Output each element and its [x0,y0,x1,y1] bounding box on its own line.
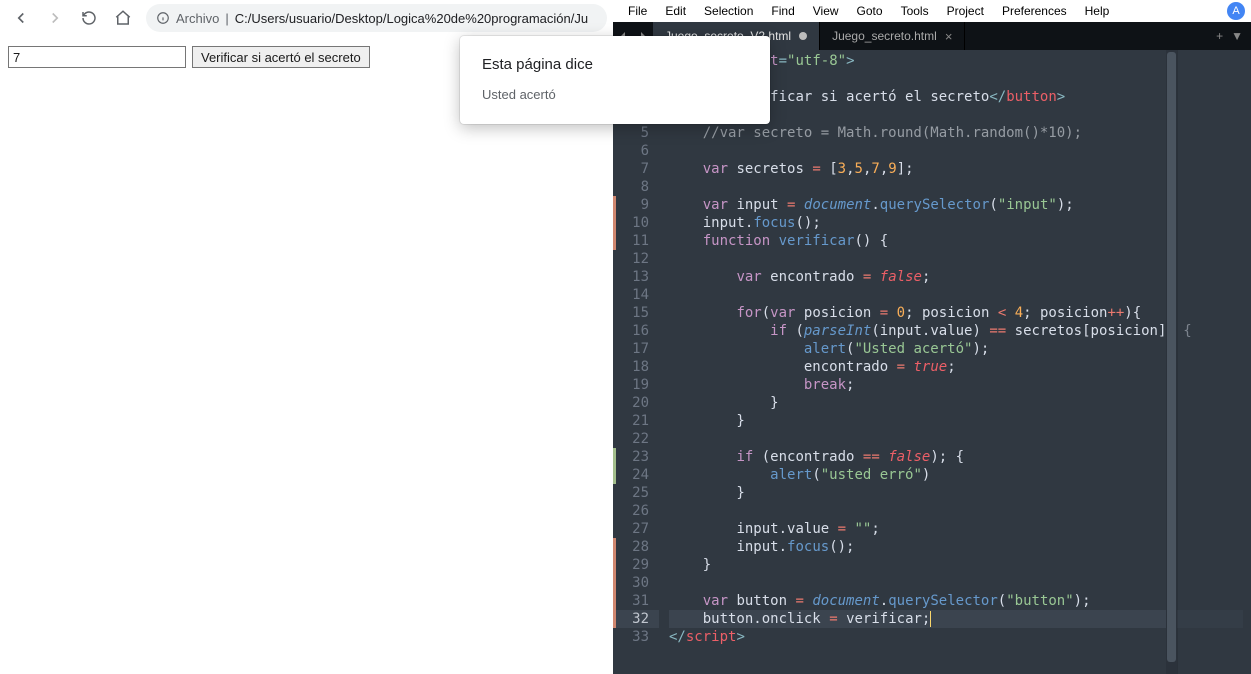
avatar[interactable]: A [1227,2,1245,20]
new-tab-button[interactable]: + [1216,29,1223,43]
guess-input[interactable] [8,46,186,68]
address-url: C:/Users/usuario/Desktop/Logica%20de%20p… [235,11,588,26]
menu-file[interactable]: File [619,2,656,20]
menu-edit[interactable]: Edit [656,2,695,20]
browser-window: Archivo | C:/Users/usuario/Desktop/Logic… [0,0,613,674]
verify-button[interactable]: Verificar si acertó el secreto [192,46,370,68]
alert-message: Usted acertó [482,87,748,102]
menu-preferences[interactable]: Preferences [993,2,1076,20]
menu-selection[interactable]: Selection [695,2,762,20]
minimap[interactable] [1177,50,1251,674]
scrollbar-thumb[interactable] [1167,52,1176,662]
menu-find[interactable]: Find [762,2,803,20]
menu-goto[interactable]: Goto [848,2,892,20]
js-alert-dialog[interactable]: Esta página dice Usted acertó [460,36,770,124]
info-icon [156,11,170,25]
tab-label: Juego_secreto.html [832,29,937,43]
tab-juego-secreto[interactable]: Juego_secreto.html × [820,22,965,50]
code-area[interactable]: 1234567891011121314151617181920212223242… [613,50,1251,674]
menu-tools[interactable]: Tools [892,2,938,20]
menu-view[interactable]: View [804,2,848,20]
dirty-indicator-icon [799,32,807,40]
vertical-scrollbar[interactable] [1166,50,1177,674]
forward-button[interactable] [40,3,70,33]
line-gutter: 1234567891011121314151617181920212223242… [613,50,659,674]
alert-title: Esta página dice [482,56,748,73]
address-prefix: Archivo [176,11,219,26]
code-editor[interactable]: <meta charset="utf-8"><input/><button>Ve… [659,50,1251,674]
address-bar[interactable]: Archivo | C:/Users/usuario/Desktop/Logic… [146,4,607,32]
reload-button[interactable] [74,3,104,33]
home-button[interactable] [108,3,138,33]
close-icon[interactable]: × [945,29,953,44]
menu-project[interactable]: Project [938,2,993,20]
browser-toolbar: Archivo | C:/Users/usuario/Desktop/Logic… [0,0,613,36]
menu-help[interactable]: Help [1076,2,1119,20]
menu-bar: File Edit Selection Find View Goto Tools… [613,0,1251,22]
address-separator: | [225,11,228,26]
back-button[interactable] [6,3,36,33]
tab-dropdown-icon[interactable]: ▼ [1231,29,1243,43]
